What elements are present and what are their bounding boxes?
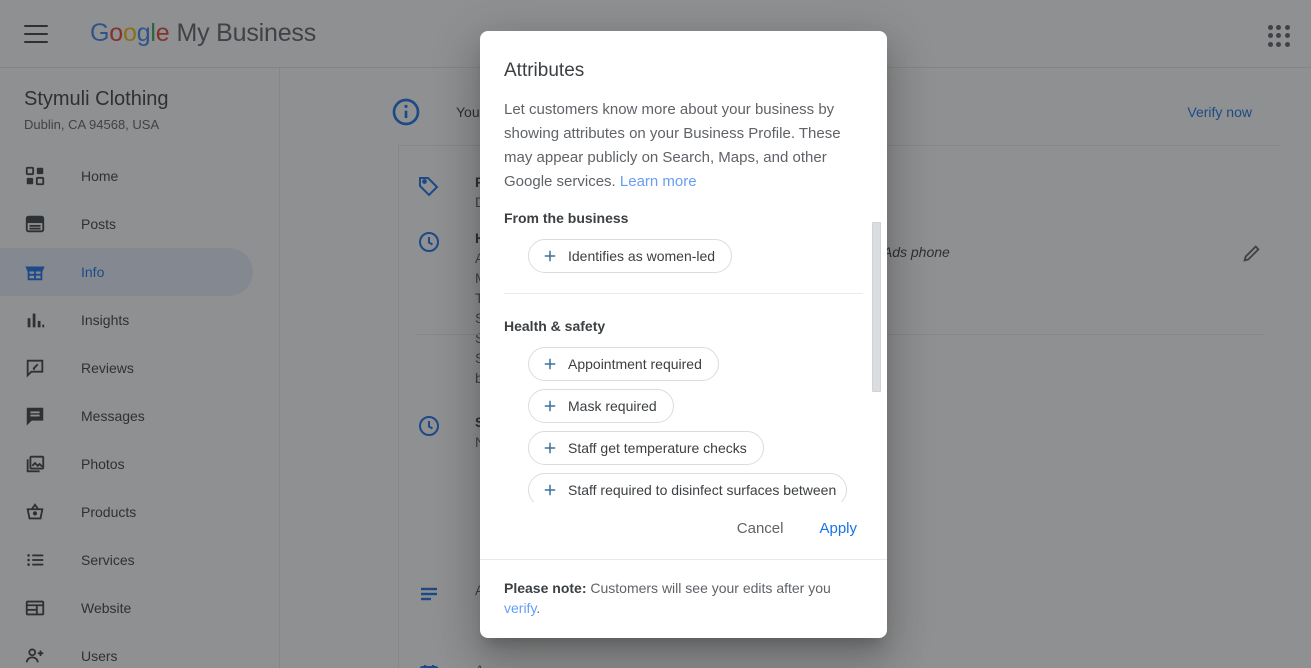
- note-end: .: [536, 600, 541, 616]
- verify-link[interactable]: verify: [504, 600, 536, 616]
- attribute-chip[interactable]: Appointment required: [528, 347, 719, 381]
- chip-group-from-the-business: Identifies as women-led: [504, 239, 863, 281]
- cancel-button[interactable]: Cancel: [729, 514, 792, 543]
- dialog-actions: Cancel Apply: [480, 502, 887, 559]
- plus-icon: [541, 397, 559, 415]
- chip-label: Staff get temperature checks: [568, 440, 747, 456]
- group-title-from-the-business: From the business: [504, 210, 629, 226]
- apply-button[interactable]: Apply: [811, 514, 865, 543]
- plus-icon: [541, 481, 559, 499]
- attribute-chip[interactable]: Identifies as women-led: [528, 239, 733, 273]
- chip-label: Staff required to disinfect surfaces bet…: [568, 482, 837, 498]
- group-title-health-safety: Health & safety: [504, 318, 606, 334]
- attribute-chip[interactable]: Mask required: [528, 389, 674, 423]
- dialog-scrollbar-thumb[interactable]: [872, 222, 881, 392]
- chip-label: Mask required: [568, 398, 657, 414]
- dialog-note: Please note: Customers will see your edi…: [480, 559, 887, 638]
- chip-group-health-safety: Appointment required Mask required Staff…: [504, 347, 863, 502]
- attribute-chip[interactable]: Staff get temperature checks: [528, 431, 764, 465]
- dialog-description: Let customers know more about your busin…: [480, 84, 887, 194]
- note-bold-label: Please note:: [504, 580, 587, 596]
- plus-icon: [541, 439, 559, 457]
- attributes-scroll-area[interactable]: From the business Identifies as women-le…: [480, 194, 887, 502]
- chip-label: Appointment required: [568, 356, 702, 372]
- dialog-title: Attributes: [504, 60, 585, 81]
- attribute-chip[interactable]: Staff required to disinfect surfaces bet…: [528, 473, 848, 502]
- dialog-scrollbar[interactable]: [872, 194, 881, 502]
- attributes-dialog: Attributes Let customers know more about…: [480, 31, 887, 638]
- group-divider: [504, 293, 863, 294]
- app-root: GoogleMy Business Stymuli Clothing Dubli…: [0, 0, 1311, 668]
- chip-label: Identifies as women-led: [568, 248, 716, 264]
- plus-icon: [541, 247, 559, 265]
- note-text: Customers will see your edits after you: [586, 580, 831, 596]
- plus-icon: [541, 355, 559, 373]
- learn-more-link[interactable]: Learn more: [620, 173, 697, 190]
